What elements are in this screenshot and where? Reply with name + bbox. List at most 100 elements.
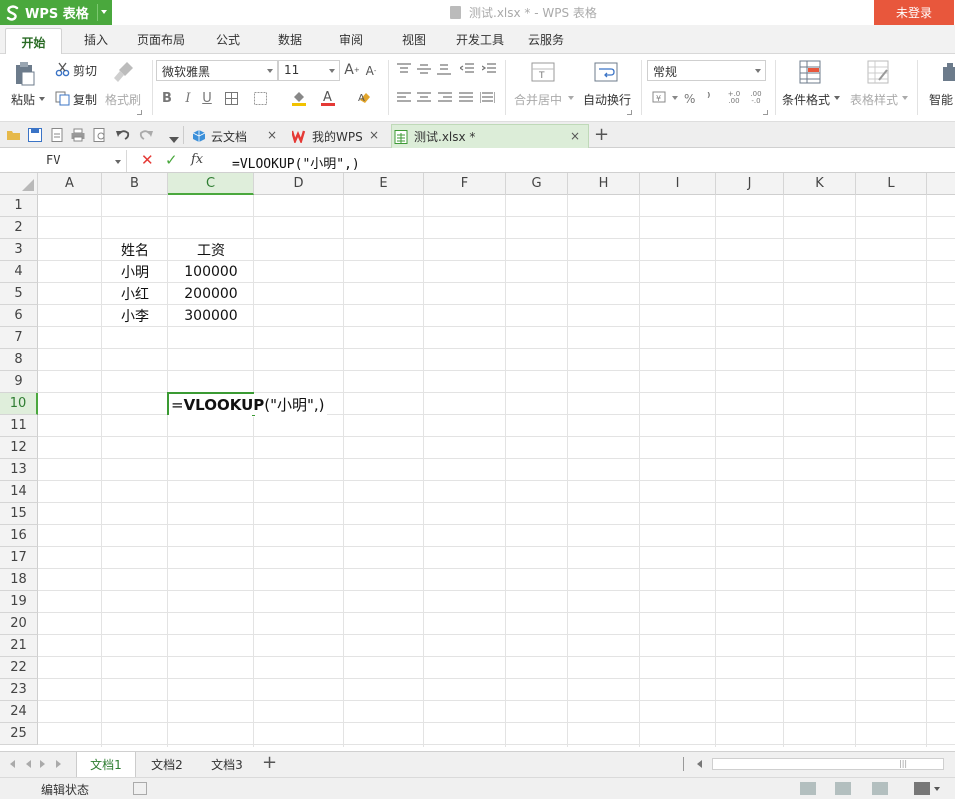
format-painter-icon[interactable]	[112, 59, 136, 85]
row-header-10[interactable]: 10	[0, 393, 38, 415]
last-sheet-icon[interactable]	[56, 760, 61, 768]
name-box[interactable]: FV	[0, 150, 127, 172]
row-header-14[interactable]: 14	[0, 481, 38, 503]
row-header-15[interactable]: 15	[0, 503, 38, 525]
next-sheet-icon[interactable]	[40, 760, 45, 768]
new-tab-plus-icon[interactable]: +	[594, 124, 609, 145]
paste-dropdown-icon[interactable]	[38, 95, 46, 103]
sheet-tab-1[interactable]: 文档1	[76, 752, 136, 777]
first-sheet-icon[interactable]	[10, 760, 15, 768]
number-format-select[interactable]: 常规	[647, 60, 766, 81]
row-header-22[interactable]: 22	[0, 657, 38, 679]
row-header-16[interactable]: 16	[0, 525, 38, 547]
macro-record-icon[interactable]	[133, 782, 147, 795]
page-layout-view-icon[interactable]	[835, 782, 851, 795]
row-header-4[interactable]: 4	[0, 261, 38, 283]
column-header-G[interactable]: G	[506, 173, 568, 195]
spreadsheet-grid[interactable]: ABCDEFGHIJKL 1 2 3 4 5 6 7 8 9 10 11 12 13 14 15 16 17 18…	[0, 173, 955, 747]
column-header-H[interactable]: H	[568, 173, 640, 195]
sheet-tab-3[interactable]: 文档3	[197, 752, 257, 777]
column-header-L[interactable]: L	[856, 173, 927, 195]
format-painter-button[interactable]: 格式刷	[105, 91, 141, 108]
align-top-icon[interactable]	[396, 62, 412, 76]
distributed-align-icon[interactable]	[479, 91, 496, 105]
percent-style-button[interactable]: %	[684, 92, 695, 106]
decrease-font-size-icon[interactable]: A-	[364, 63, 378, 79]
column-header-C[interactable]: C	[168, 173, 254, 195]
row-header-3[interactable]: 3	[0, 239, 38, 261]
cell-c4[interactable]: 100000	[168, 261, 254, 283]
row-header-13[interactable]: 13	[0, 459, 38, 481]
ribbon-tab-2[interactable]: 页面布局	[130, 31, 192, 53]
app-menu-button[interactable]: WPS 表格	[0, 0, 112, 25]
copy-button[interactable]: 复制	[73, 91, 97, 108]
ribbon-tab-6[interactable]: 视图	[392, 31, 436, 53]
ribbon-tab-5[interactable]: 审阅	[329, 31, 373, 53]
wrap-text-icon[interactable]	[594, 59, 618, 85]
ribbon-tab-3[interactable]: 公式	[207, 31, 249, 53]
paste-button[interactable]: 粘贴	[11, 91, 35, 108]
cell-b6[interactable]: 小李	[102, 305, 168, 327]
column-header-E[interactable]: E	[344, 173, 424, 195]
comma-style-button[interactable]: ⁾	[707, 90, 710, 104]
customize-toolbar-dropdown-icon[interactable]	[169, 132, 179, 143]
wrap-text-button[interactable]: 自动换行	[583, 91, 631, 108]
currency-format-icon[interactable]: ¥	[651, 90, 669, 106]
cell-b4[interactable]: 小明	[102, 261, 168, 283]
column-header-F[interactable]: F	[424, 173, 506, 195]
doc-tab-mywps[interactable]: 我的WPS ×	[290, 124, 387, 148]
hscroll-splitter[interactable]	[683, 757, 684, 771]
align-right-icon[interactable]	[437, 91, 453, 105]
merge-borders-icon[interactable]	[253, 91, 268, 106]
column-header-K[interactable]: K	[784, 173, 856, 195]
table-style-icon[interactable]	[866, 59, 890, 85]
copy-icon[interactable]	[54, 90, 70, 106]
row-header-5[interactable]: 5	[0, 283, 38, 305]
row-header-2[interactable]: 2	[0, 217, 38, 239]
reading-mode-icon[interactable]	[914, 782, 930, 795]
merge-center-icon[interactable]: T	[531, 59, 555, 85]
scroll-left-icon[interactable]	[697, 760, 702, 768]
cancel-edit-icon[interactable]: ✕	[141, 151, 154, 169]
paste-icon[interactable]	[12, 61, 38, 87]
row-header-8[interactable]: 8	[0, 349, 38, 371]
formula-input[interactable]: =VLOOKUP("小明",)	[232, 153, 360, 172]
doc-tab-test-xlsx[interactable]: 测试.xlsx * ×	[391, 124, 589, 148]
cell-c6[interactable]: 300000	[168, 305, 254, 327]
table-style-button[interactable]: 表格样式	[850, 91, 898, 108]
increase-decimal-icon[interactable]: +.0.00	[726, 90, 742, 106]
close-tab-icon[interactable]: ×	[570, 129, 580, 143]
cell-c5[interactable]: 200000	[168, 283, 254, 305]
close-tab-icon[interactable]: ×	[267, 128, 277, 142]
insert-function-button[interactable]: fx	[191, 152, 203, 167]
column-header-D[interactable]: D	[254, 173, 344, 195]
conditional-format-button[interactable]: 条件格式	[782, 91, 830, 108]
smart-toolbox-icon[interactable]	[935, 60, 955, 84]
number-dialog-launcher[interactable]	[763, 110, 768, 115]
print-preview-icon[interactable]	[93, 128, 107, 142]
merge-dropdown-icon[interactable]	[568, 96, 574, 100]
normal-view-icon[interactable]	[800, 782, 816, 795]
clear-format-icon[interactable]: A	[357, 90, 373, 106]
ribbon-tab-7[interactable]: 开发工具	[448, 31, 512, 53]
alignment-dialog-launcher[interactable]	[627, 110, 632, 115]
scissors-icon[interactable]	[54, 61, 70, 77]
column-header-J[interactable]: J	[716, 173, 784, 195]
select-all-corner[interactable]	[0, 173, 38, 195]
row-header-25[interactable]: 25	[0, 723, 38, 745]
row-header-18[interactable]: 18	[0, 569, 38, 591]
open-folder-icon[interactable]	[7, 128, 21, 142]
add-sheet-button[interactable]: +	[262, 752, 277, 773]
decrease-decimal-icon[interactable]: .00 -.0	[748, 90, 764, 106]
ribbon-tab-8[interactable]: 云服务	[520, 31, 572, 53]
active-cell-editor[interactable]: =VLOOKUP("小明",)	[169, 394, 327, 415]
prev-sheet-icon[interactable]	[26, 760, 31, 768]
align-middle-icon[interactable]	[416, 62, 432, 76]
row-header-17[interactable]: 17	[0, 547, 38, 569]
increase-font-size-icon[interactable]: A +	[344, 62, 360, 78]
font-size-select[interactable]: 11	[278, 60, 340, 81]
doc-tab-cloud[interactable]: 云文档 ×	[192, 124, 285, 148]
ribbon-tab-0[interactable]: 开始	[5, 28, 62, 54]
justify-icon[interactable]	[458, 91, 474, 105]
login-button[interactable]: 未登录	[874, 0, 954, 25]
